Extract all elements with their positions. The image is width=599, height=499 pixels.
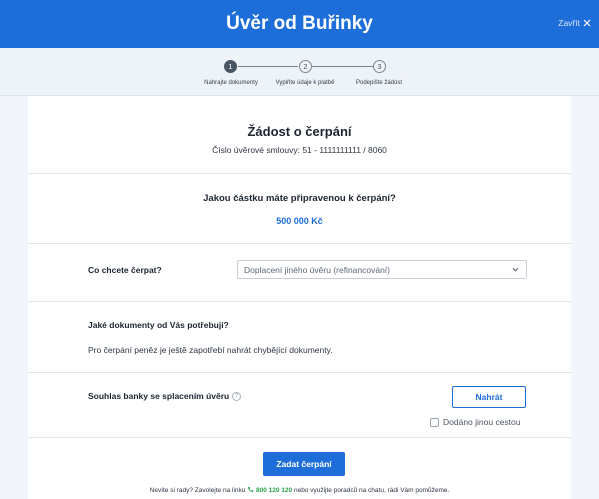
divider: [28, 437, 571, 438]
consent-row-label: Souhlas banky se splacením úvěru ?: [88, 391, 242, 401]
help-text-after: nebo využijte poradců na chatu, rádi Vám…: [293, 487, 450, 494]
help-phone-link[interactable]: 800 120 120: [256, 487, 292, 494]
purpose-label: Co chcete čerpat?: [88, 265, 162, 275]
documents-text: Pro čerpání peněz je ještě zapotřebí nah…: [88, 345, 333, 355]
step-3-label: Podepište žádost: [355, 80, 403, 86]
divider: [28, 173, 571, 174]
purpose-select[interactable]: Doplacení jiného úvěru (refinancování): [237, 260, 527, 279]
amount-value: 500 000 Kč: [276, 216, 323, 226]
page-title: Úvěr od Buřinky: [226, 13, 373, 34]
step-connector: [238, 66, 298, 67]
app-header: Úvěr od Buřinky Zavřít: [0, 0, 599, 48]
close-button[interactable]: Zavřít: [558, 18, 591, 28]
request-card: [28, 96, 571, 499]
submit-button[interactable]: Zadat čerpání: [263, 452, 345, 476]
step-connector: [312, 66, 373, 67]
contract-label: Číslo úvěrové smlouvy:: [212, 145, 300, 155]
step-3-indicator: 3: [373, 60, 386, 73]
progress-stepper: [0, 48, 599, 96]
close-label: Zavřít: [558, 18, 580, 28]
phone-icon: [248, 486, 254, 492]
contract-number: Číslo úvěrové smlouvy: 51 - 1111111111 /…: [0, 145, 599, 155]
divider: [28, 243, 571, 244]
request-title: Žádost o čerpání: [247, 124, 352, 139]
consent-label: Souhlas banky se splacením úvěru: [88, 391, 230, 401]
divider: [28, 301, 571, 302]
delivered-otherwise-label: Dodáno jinou cestou: [443, 417, 521, 427]
step-2-label: Vyplňte údaje k platbě: [275, 80, 335, 86]
step-1-indicator: 1: [224, 60, 237, 73]
help-text-before: Nevíte si rady? Zavolejte na linku: [149, 487, 246, 494]
step-1-label: Nahrajte dokumenty: [204, 80, 258, 86]
upload-button[interactable]: Nahrát: [452, 386, 526, 408]
divider: [28, 372, 571, 373]
delivered-otherwise-checkbox[interactable]: [430, 417, 439, 427]
delivered-otherwise-option[interactable]: Dodáno jinou cestou: [430, 417, 521, 427]
step-2-indicator: 2: [299, 60, 312, 73]
amount-question: Jakou částku máte připravenou k čerpání?: [203, 193, 396, 204]
contract-value: 51 - 1111111111 / 8060: [302, 145, 387, 155]
documents-heading: Jaké dokumenty od Vás potřebuji?: [88, 320, 229, 330]
purpose-select-value: Doplacení jiného úvěru (refinancování): [244, 265, 391, 275]
close-icon: [583, 19, 591, 27]
chevron-down-icon: [512, 267, 519, 272]
info-icon[interactable]: ?: [232, 391, 242, 401]
help-text: Nevíte si rady? Zavolejte na linku 800 1…: [0, 486, 599, 494]
